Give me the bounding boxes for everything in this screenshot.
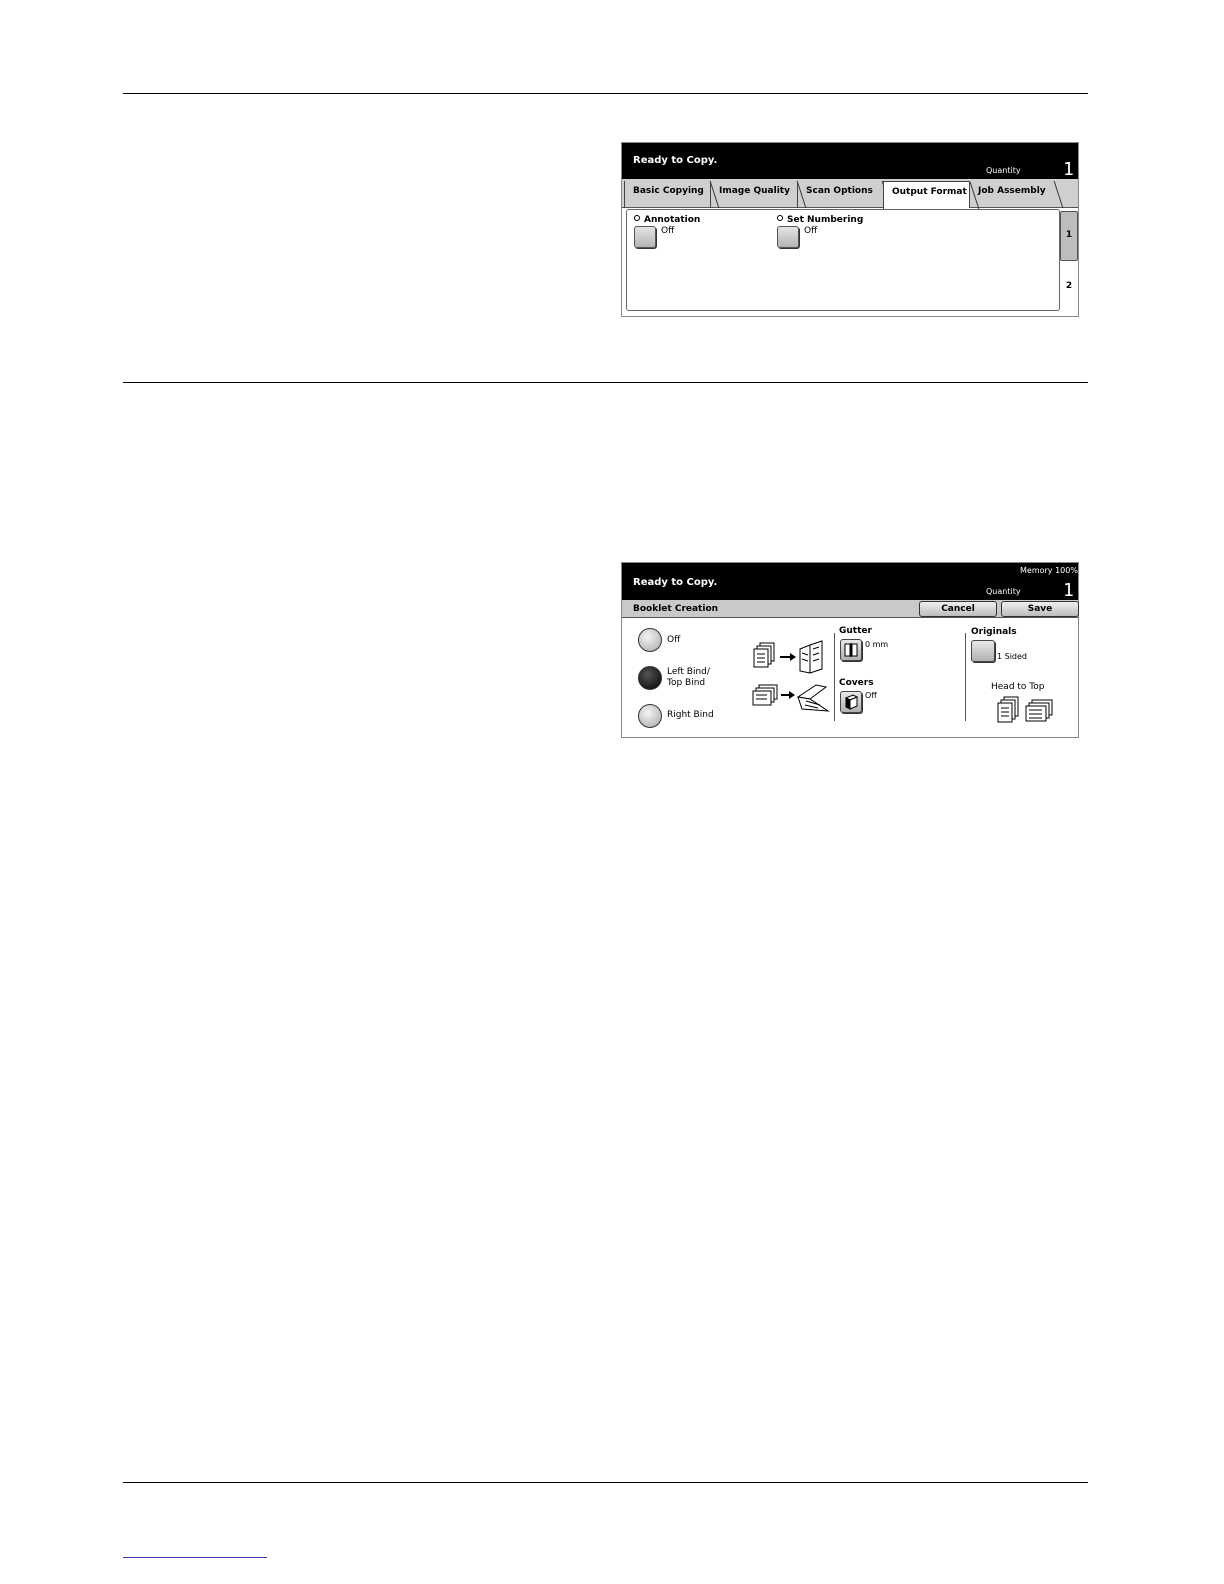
status-bar: Ready to Copy. Quantity 1	[622, 143, 1078, 180]
originals-button[interactable]	[971, 640, 995, 662]
booklet-creation-screen: Memory 100% Ready to Copy. Quantity 1 Bo…	[621, 562, 1079, 738]
off-radio[interactable]	[638, 628, 662, 652]
bullet-icon	[777, 215, 783, 221]
set-numbering-label: Set Numbering	[777, 215, 863, 225]
head-to-top-icon	[997, 696, 1053, 723]
top-rule	[123, 93, 1088, 94]
middle-rule	[123, 382, 1088, 383]
originals-value: 1 Sided	[997, 652, 1028, 661]
footer-link-underline	[123, 1557, 267, 1558]
quantity-label: Quantity	[986, 166, 1021, 175]
gutter-button[interactable]	[840, 639, 862, 661]
top-bind-booklet-icon	[752, 684, 830, 712]
page-2-button[interactable]: 2	[1060, 263, 1078, 313]
cancel-button[interactable]: Cancel	[919, 601, 997, 617]
features-area: Annotation Off Set Numbering Off	[626, 209, 1060, 311]
annotation-value: Off	[661, 226, 675, 236]
footer-rule	[123, 1482, 1088, 1483]
off-label: Off	[667, 635, 681, 645]
annotation-button[interactable]	[634, 226, 656, 248]
page-1-button[interactable]: 1	[1060, 211, 1078, 261]
save-button[interactable]: Save	[1001, 601, 1079, 617]
left-bind-label-line1: Left Bind/	[667, 667, 710, 677]
set-numbering-button[interactable]	[777, 226, 799, 248]
status-text: Ready to Copy.	[633, 155, 718, 166]
screen-title: Booklet Creation	[633, 604, 719, 614]
section-divider	[965, 633, 966, 721]
right-bind-label: Right Bind	[667, 710, 714, 720]
tab-basic-copying[interactable]: Basic Copying	[624, 181, 709, 208]
gutter-icon	[844, 643, 858, 657]
left-bind-radio[interactable]	[638, 666, 662, 690]
originals-label: Originals	[971, 627, 1017, 637]
right-bind-radio[interactable]	[638, 704, 662, 728]
title-bar: Booklet Creation Cancel Save	[622, 600, 1079, 618]
gutter-value: 0 mm	[865, 640, 889, 649]
output-format-screen: Ready to Copy. Quantity 1 Basic Copying …	[621, 142, 1079, 317]
set-numbering-label-text: Set Numbering	[787, 215, 864, 225]
annotation-label: Annotation	[634, 215, 700, 225]
memory-indicator: Memory 100%	[1020, 566, 1078, 575]
orientation-label: Head to Top	[991, 682, 1045, 692]
left-bind-booklet-icon	[753, 640, 823, 674]
left-bind-label-line2: Top Bind	[667, 678, 706, 688]
covers-label: Covers	[839, 678, 874, 688]
annotation-label-text: Annotation	[644, 215, 701, 225]
status-bar: Memory 100% Ready to Copy. Quantity 1	[622, 563, 1078, 601]
tab-image-quality[interactable]: Image Quality	[710, 181, 796, 208]
set-numbering-value: Off	[804, 226, 818, 236]
tab-strip: Basic Copying Image Quality Scan Options…	[622, 179, 1078, 209]
quantity-label: Quantity	[986, 587, 1021, 596]
covers-button[interactable]	[840, 691, 862, 713]
section-divider	[834, 633, 835, 721]
left-bind-label: Left Bind/ Top Bind	[667, 667, 710, 689]
quantity-value: 1	[1063, 580, 1074, 601]
gutter-label: Gutter	[839, 626, 872, 636]
quantity-value: 1	[1063, 159, 1074, 180]
tab-output-format[interactable]: Output Format	[883, 181, 969, 209]
cover-icon	[844, 694, 859, 710]
page-selector: 1 2	[1060, 211, 1078, 313]
bullet-icon	[634, 215, 640, 221]
tab-job-assembly[interactable]: Job Assembly	[969, 181, 1053, 208]
covers-value: Off	[865, 691, 877, 700]
tab-scan-options[interactable]: Scan Options	[797, 181, 881, 208]
status-text: Ready to Copy.	[633, 577, 718, 588]
